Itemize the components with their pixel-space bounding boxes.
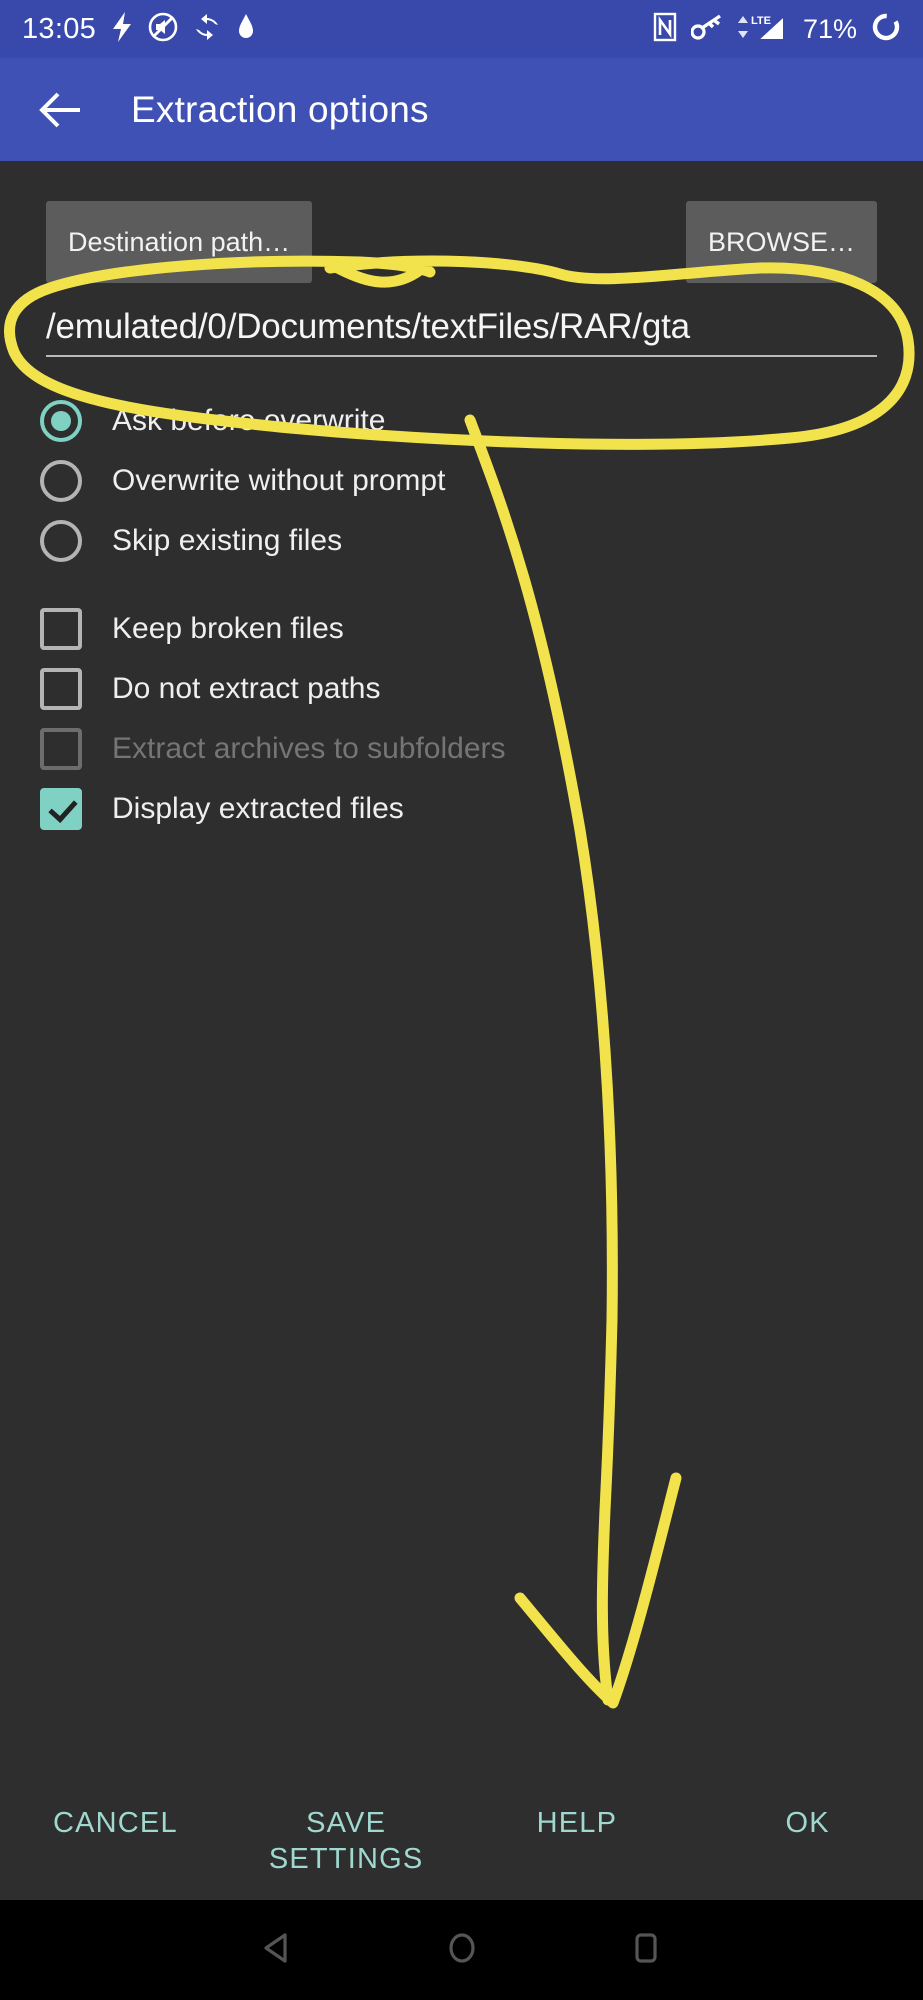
browse-button[interactable]: BROWSE…: [685, 201, 877, 283]
checkbox-icon[interactable]: [40, 668, 82, 710]
phone-screen: 13:05 LTE 71% Extraction options Destina…: [0, 0, 923, 2000]
app-bar: Extraction options: [0, 58, 923, 161]
nfc-icon: [653, 12, 677, 47]
checkbox-icon-disabled: [40, 728, 82, 770]
checkbox-do-not-extract-paths[interactable]: Do not extract paths: [40, 659, 900, 719]
status-bar-left: 13:05: [22, 11, 256, 47]
status-battery: 71%: [802, 13, 857, 44]
nav-home-circle-icon[interactable]: [440, 1926, 484, 1975]
android-nav-bar: [0, 1900, 923, 2000]
save-settings-button[interactable]: SAVE SETTINGS: [231, 1797, 462, 1886]
option-label: Skip existing files: [112, 524, 343, 557]
flash-icon: [111, 11, 133, 47]
option-label: Overwrite without prompt: [112, 464, 446, 497]
radio-ask-before-overwrite[interactable]: Ask before overwrite: [40, 391, 900, 451]
key-icon: [690, 13, 723, 46]
status-bar: 13:05 LTE 71%: [0, 0, 923, 58]
input-underline: [46, 355, 877, 358]
checkbox-icon[interactable]: [40, 608, 82, 650]
page-title: Extraction options: [131, 88, 429, 130]
checkbox-keep-broken-files[interactable]: Keep broken files: [40, 599, 900, 659]
loading-circle-icon: [871, 12, 901, 47]
cancel-button[interactable]: CANCEL: [0, 1797, 231, 1849]
option-label: Display extracted files: [112, 792, 404, 825]
no-sound-icon: [148, 12, 178, 47]
extraction-options-content: Destination path… BROWSE… /emulated/0/Do…: [0, 161, 923, 1900]
option-label: Extract archives to subfolders: [112, 732, 506, 765]
option-label: Do not extract paths: [112, 672, 381, 705]
radio-overwrite-without-prompt[interactable]: Overwrite without prompt: [40, 451, 900, 511]
radio-icon-checked[interactable]: [40, 400, 82, 442]
destination-path-value: /emulated/0/Documents/textFiles/RAR/gta: [46, 307, 690, 346]
checkbox-icon-checked[interactable]: [40, 788, 82, 830]
status-bar-right: LTE 71%: [653, 12, 901, 47]
destination-path-input[interactable]: /emulated/0/Documents/textFiles/RAR/gta: [46, 306, 877, 358]
status-clock: 13:05: [22, 12, 97, 45]
svg-text:LTE: LTE: [751, 15, 771, 27]
option-label: Ask before overwrite: [112, 404, 386, 437]
option-label: Keep broken files: [112, 612, 344, 645]
drop-icon: [236, 12, 256, 47]
checkbox-extract-archives-to-subfolders: Extract archives to subfolders: [40, 719, 900, 779]
dialog-action-bar: CANCEL SAVE SETTINGS HELP OK: [0, 1785, 923, 1900]
destination-path-row: Destination path… BROWSE…: [46, 201, 877, 283]
nav-back-triangle-icon[interactable]: [256, 1926, 300, 1975]
radio-icon[interactable]: [40, 520, 82, 562]
lte-signal-icon: LTE: [737, 12, 789, 47]
help-button[interactable]: HELP: [462, 1797, 693, 1849]
back-arrow-icon[interactable]: [34, 83, 88, 137]
radio-skip-existing-files[interactable]: Skip existing files: [40, 511, 900, 571]
checkbox-display-extracted-files[interactable]: Display extracted files: [40, 779, 900, 839]
ok-button[interactable]: OK: [692, 1797, 923, 1849]
nav-recents-square-icon[interactable]: [624, 1926, 668, 1975]
radio-icon[interactable]: [40, 460, 82, 502]
sync-icon: [193, 12, 221, 47]
destination-path-button[interactable]: Destination path…: [46, 201, 313, 283]
options-list: Ask before overwrite Overwrite without p…: [40, 391, 900, 839]
